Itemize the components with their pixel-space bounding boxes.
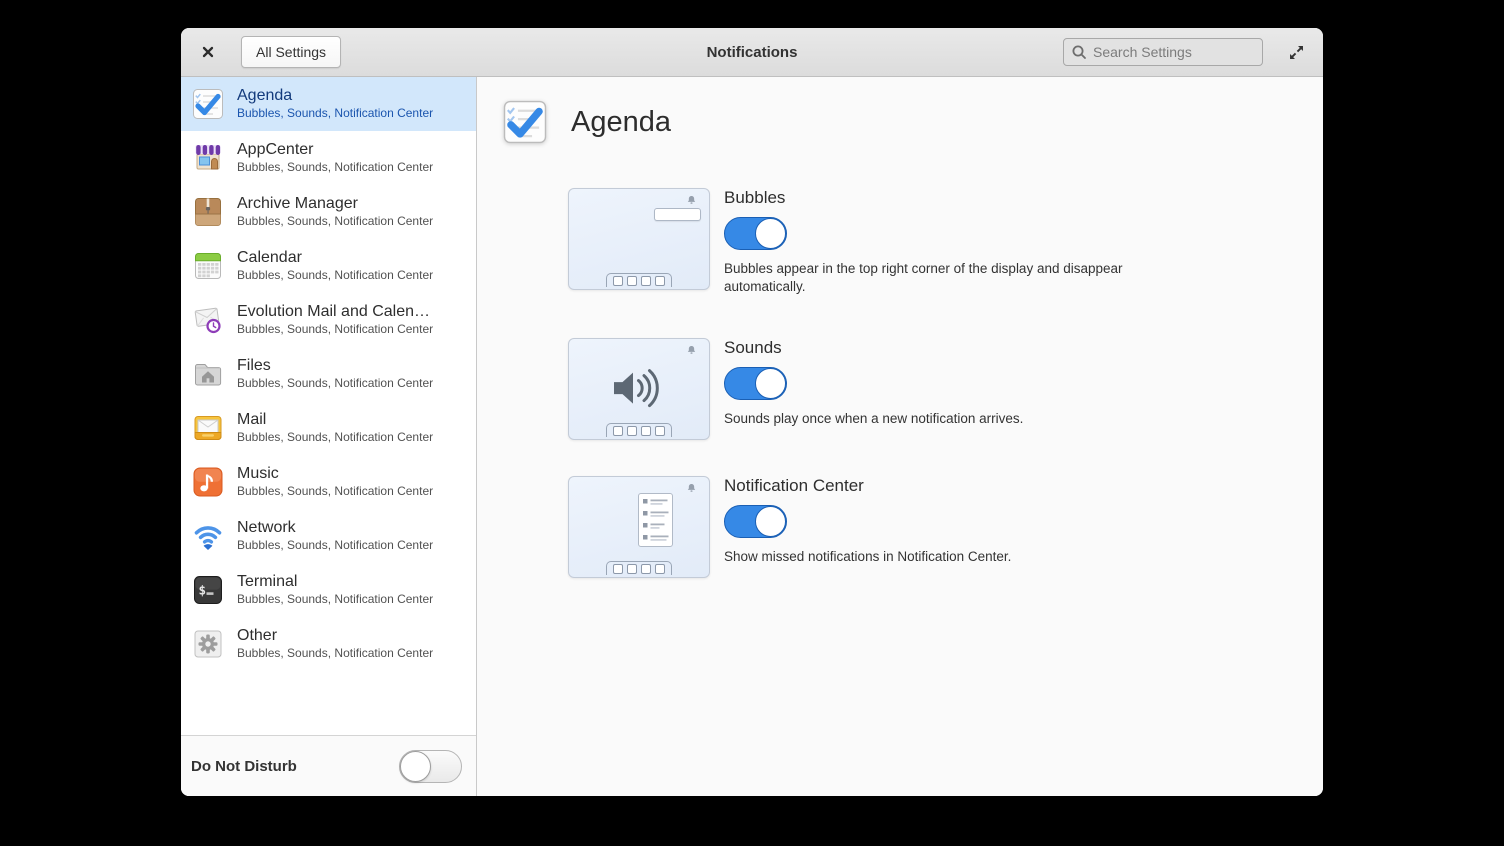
app-notification-summary: Bubbles, Sounds, Notification Center	[237, 646, 434, 661]
setting-row-notification-center: Notification Center Show missed notificat…	[568, 476, 1011, 578]
search-icon	[1071, 44, 1087, 60]
do-not-disturb-toggle[interactable]	[399, 749, 462, 783]
notification-center-toggle[interactable]	[724, 505, 787, 538]
mail-icon	[191, 411, 225, 445]
sidebar-item-mail[interactable]: Mail Bubbles, Sounds, Notification Center	[181, 401, 476, 455]
sidebar-item-network[interactable]: Network Bubbles, Sounds, Notification Cen…	[181, 509, 476, 563]
bell-icon	[686, 345, 697, 356]
notification-list-graphic	[638, 493, 673, 547]
setting-description: Sounds play once when a new notification…	[724, 411, 1024, 426]
dock-graphic	[606, 423, 672, 437]
calendar-icon	[191, 249, 225, 283]
sidebar-item-appcenter[interactable]: AppCenter Bubbles, Sounds, Notification C…	[181, 131, 476, 185]
app-name: Files	[237, 357, 271, 375]
selected-app-title: Agenda	[571, 105, 671, 138]
sidebar-item-other[interactable]: Other Bubbles, Sounds, Notification Cente…	[181, 617, 476, 671]
app-header: Agenda	[501, 98, 671, 146]
do-not-disturb-label: Do Not Disturb	[191, 757, 297, 775]
app-name: AppCenter	[237, 141, 314, 159]
search-input[interactable]	[1093, 44, 1255, 60]
other-icon	[191, 627, 225, 661]
archive-icon	[191, 195, 225, 229]
setting-label: Notification Center	[724, 476, 864, 495]
music-icon	[191, 465, 225, 499]
app-name: Other	[237, 627, 278, 645]
toggle-knob	[755, 506, 786, 537]
bell-icon	[686, 483, 697, 494]
terminal-icon: $	[191, 573, 225, 607]
setting-label: Sounds	[724, 338, 782, 357]
expand-window-icon[interactable]	[1285, 41, 1307, 63]
dock-graphic	[606, 561, 672, 575]
app-name: Evolution Mail and Calen…	[237, 303, 430, 321]
app-list: Agenda Bubbles, Sounds, Notification Cent…	[181, 77, 476, 735]
app-name: Music	[237, 465, 279, 483]
setting-row-sounds: Sounds Sounds play once when a new notifi…	[568, 338, 1023, 440]
app-name: Agenda	[237, 87, 293, 105]
app-name: Archive Manager	[237, 195, 358, 213]
setting-description: Bubbles appear in the top right corner o…	[724, 261, 1123, 294]
agenda-app-icon	[501, 98, 549, 146]
sounds-toggle[interactable]	[724, 367, 787, 400]
network-icon	[191, 519, 225, 553]
app-notification-summary: Bubbles, Sounds, Notification Center	[237, 538, 434, 553]
svg-text:$: $	[199, 583, 207, 598]
setting-label: Bubbles	[724, 188, 786, 207]
sidebar-item-evolution-mail-and-calen[interactable]: Evolution Mail and Calen… Bubbles, Sounds…	[181, 293, 476, 347]
search-field[interactable]	[1063, 38, 1263, 66]
toggle-knob	[400, 750, 431, 782]
sidebar-item-calendar[interactable]: Calendar Bubbles, Sounds, Notification Ce…	[181, 239, 476, 293]
notification-center-illustration	[568, 476, 710, 578]
sidebar-item-terminal[interactable]: $ Terminal Bubbles, Sounds, Notification C…	[181, 563, 476, 617]
sidebar-item-archive-manager[interactable]: Archive Manager Bubbles, Sounds, Notifica…	[181, 185, 476, 239]
app-notification-summary: Bubbles, Sounds, Notification Center	[237, 214, 434, 229]
bubbles-illustration	[568, 188, 710, 290]
bubbles-toggle[interactable]	[724, 217, 787, 250]
close-icon[interactable]	[197, 41, 219, 63]
sounds-illustration	[568, 338, 710, 440]
app-notification-summary: Bubbles, Sounds, Notification Center	[237, 430, 434, 445]
app-notification-summary: Bubbles, Sounds, Notification Center	[237, 484, 434, 499]
header-bar: All Settings Notifications	[181, 28, 1323, 77]
setting-description: Show missed notifications in Notificatio…	[724, 549, 1012, 564]
files-icon	[191, 357, 225, 391]
speaker-icon	[610, 365, 668, 411]
dock-graphic	[606, 273, 672, 287]
sidebar-item-files[interactable]: Files Bubbles, Sounds, Notification Cente…	[181, 347, 476, 401]
sidebar-item-music[interactable]: Music Bubbles, Sounds, Notification Cente…	[181, 455, 476, 509]
do-not-disturb-row: Do Not Disturb	[181, 735, 476, 796]
toggle-knob	[755, 218, 786, 249]
app-name: Mail	[237, 411, 267, 429]
bell-icon	[686, 195, 697, 206]
setting-row-bubbles: Bubbles Bubbles appear in the top right c…	[568, 188, 1186, 296]
app-sidebar: Agenda Bubbles, Sounds, Notification Cent…	[181, 77, 477, 796]
app-name: Calendar	[237, 249, 302, 267]
all-settings-button[interactable]: All Settings	[241, 36, 342, 68]
evolution-icon	[191, 303, 225, 337]
app-name: Terminal	[237, 573, 298, 591]
toggle-knob	[755, 368, 786, 399]
app-notification-summary: Bubbles, Sounds, Notification Center	[237, 160, 434, 175]
agenda-icon	[191, 87, 225, 121]
app-notification-summary: Bubbles, Sounds, Notification Center	[237, 322, 434, 337]
app-name: Network	[237, 519, 296, 537]
notification-bubble-graphic	[654, 208, 701, 221]
app-notification-summary: Bubbles, Sounds, Notification Center	[237, 106, 434, 121]
sidebar-item-agenda[interactable]: Agenda Bubbles, Sounds, Notification Cent…	[181, 77, 476, 131]
app-notification-summary: Bubbles, Sounds, Notification Center	[237, 268, 434, 283]
settings-window: All Settings Notifications Agenda Bubbles	[181, 28, 1323, 796]
notification-settings-panel: Agenda Bubbles Bubbles appear in the top …	[477, 77, 1323, 796]
appcenter-icon	[191, 141, 225, 175]
app-notification-summary: Bubbles, Sounds, Notification Center	[237, 592, 434, 607]
app-notification-summary: Bubbles, Sounds, Notification Center	[237, 376, 434, 391]
